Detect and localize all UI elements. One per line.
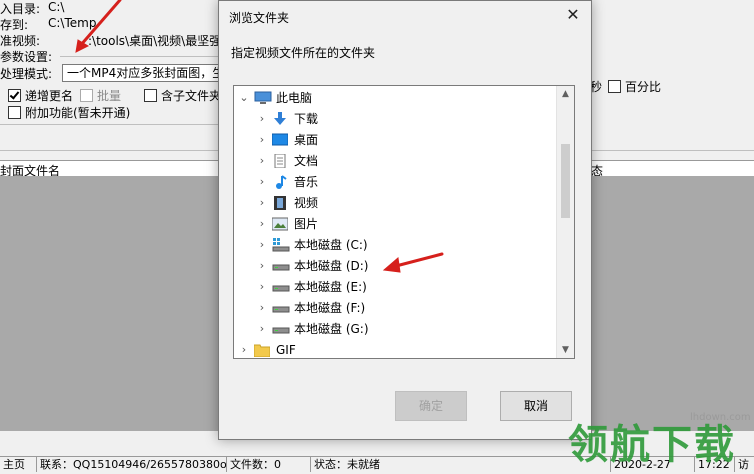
tree-item-label: 本地磁盘 (C:) <box>294 238 368 252</box>
tree-item-label: 文档 <box>294 154 319 168</box>
chevron-right-icon[interactable]: › <box>256 298 268 318</box>
batch-label: 批量 <box>97 89 122 103</box>
desktop-icon <box>271 133 289 147</box>
tree-item[interactable]: › 音乐 <box>234 172 556 192</box>
tree-item[interactable]: › 本地磁盘 (C:) <box>234 235 556 255</box>
scroll-thumb[interactable] <box>561 144 570 218</box>
tree-item-label: 本地磁盘 (G:) <box>294 322 369 336</box>
drive-icon <box>272 280 290 294</box>
batch-checkbox[interactable]: 批量 <box>80 87 121 104</box>
params-label: 参数设置: <box>0 50 53 64</box>
tree-item-label: 此电脑 <box>276 91 313 105</box>
tree-item-label: 视频 <box>294 196 319 210</box>
cancel-button[interactable]: 取消 <box>500 391 572 421</box>
chevron-right-icon[interactable]: › <box>238 340 250 358</box>
status-contact: 联系：QQ15104946/2655780380o <box>36 456 227 472</box>
chevron-right-icon[interactable]: › <box>256 214 268 234</box>
computer-icon <box>254 91 272 105</box>
input-dir-value[interactable]: C:\ <box>48 0 64 14</box>
tree-item-label: 图片 <box>294 217 319 231</box>
folder-icon <box>253 343 271 358</box>
percent-checkbox[interactable]: 百分比 <box>608 78 661 95</box>
tree-item-label: 桌面 <box>294 133 319 147</box>
drive-icon <box>272 322 290 336</box>
checkbox-icon <box>608 80 621 93</box>
std-video-label: 准视频: <box>0 34 41 48</box>
tree-item[interactable]: › 视频 <box>234 193 556 213</box>
tree-item[interactable]: › 本地磁盘 (G:) <box>234 319 556 339</box>
chevron-right-icon[interactable]: › <box>256 235 268 255</box>
chevron-right-icon[interactable]: › <box>256 193 268 213</box>
checkbox-icon <box>144 89 157 102</box>
music-icon <box>272 175 288 189</box>
status-filecount: 文件数：0 <box>226 456 281 472</box>
percent-label: 百分比 <box>625 80 662 94</box>
folder-tree[interactable]: ⌄ 此电脑 › 下载 › 桌面 › 文档 › 音乐 › 视频 › 图片 › 本地磁盘 (C:) › 本地磁盘 (D… <box>233 85 575 359</box>
tree-item[interactable]: › 本地磁盘 (E:) <box>234 277 556 297</box>
chevron-right-icon[interactable]: › <box>256 256 268 276</box>
chevron-down-icon[interactable]: ⌄ <box>238 88 250 108</box>
chevron-right-icon[interactable]: › <box>256 151 268 171</box>
video-icon <box>272 196 288 210</box>
chevron-right-icon[interactable]: › <box>256 130 268 150</box>
tree-item-label: 本地磁盘 (F:) <box>294 301 366 315</box>
tree-item-label: GIF <box>276 343 296 357</box>
params-separator <box>60 56 220 57</box>
dialog-prompt: 指定视频文件所在的文件夹 <box>231 46 376 60</box>
chevron-right-icon[interactable]: › <box>256 109 268 129</box>
mode-label: 处理模式: <box>0 67 53 81</box>
status-home[interactable]: 主页 <box>0 456 25 472</box>
tree-item[interactable]: › 图片 <box>234 214 556 234</box>
tree-item-label: 下载 <box>294 112 319 126</box>
subfolder-label: 含子文件夹 <box>161 89 222 103</box>
save-to-value[interactable]: C:\Temp <box>48 16 96 30</box>
tree-item-label: 本地磁盘 (D:) <box>294 259 369 273</box>
browse-folder-dialog: 浏览文件夹 ✕ 指定视频文件所在的文件夹 ⌄ 此电脑 › 下载 › 桌面 › 文档 › 音乐 › 视频… <box>218 0 592 440</box>
scroll-down-icon[interactable]: ▼ <box>557 342 574 358</box>
drive-icon <box>272 301 290 315</box>
scroll-up-icon[interactable]: ▲ <box>557 86 574 102</box>
tree-item-label: 本地磁盘 (E:) <box>294 280 367 294</box>
mode-select[interactable]: 一个MP4对应多张封面图，生 <box>62 64 228 82</box>
tree-vertical-scrollbar[interactable]: ▲ ▼ <box>556 86 574 358</box>
tree-item[interactable]: › GIF <box>234 340 556 358</box>
extra-feature-checkbox[interactable]: 附加功能(暂未开通) <box>8 104 130 121</box>
save-to-label: 存到: <box>0 18 29 32</box>
checkbox-icon <box>8 106 21 119</box>
status-state: 状态：未就绪 <box>310 456 380 472</box>
checkbox-icon <box>80 89 93 102</box>
chevron-right-icon[interactable]: › <box>256 172 268 192</box>
options-separator <box>0 124 220 125</box>
tree-item[interactable]: › 桌面 <box>234 130 556 150</box>
document-icon <box>272 153 288 169</box>
input-dir-label: 入目录: <box>0 2 41 16</box>
increment-rename-label: 递增更名 <box>25 89 74 103</box>
checkbox-checked-icon <box>8 89 21 102</box>
picture-icon <box>271 217 289 231</box>
std-video-value[interactable]: :\tools\桌面\视频\最坚强 <box>88 32 221 49</box>
tree-item[interactable]: › 下载 <box>234 109 556 129</box>
chevron-right-icon[interactable]: › <box>256 277 268 297</box>
drive-icon <box>272 259 290 273</box>
dialog-title: 浏览文件夹 <box>229 11 290 25</box>
watermark-brand: 领航下载 <box>568 421 736 468</box>
chevron-right-icon[interactable]: › <box>256 319 268 339</box>
tree-item-label: 音乐 <box>294 175 319 189</box>
tree-item[interactable]: › 文档 <box>234 151 556 171</box>
increment-rename-checkbox[interactable]: 递增更名 <box>8 87 73 104</box>
status-end: 访 <box>734 456 749 472</box>
close-icon[interactable]: ✕ <box>561 4 585 26</box>
download-icon <box>272 112 288 126</box>
system-drive-icon <box>272 238 290 252</box>
tree-item[interactable]: ⌄ 此电脑 <box>234 88 556 108</box>
tree-item[interactable]: › 本地磁盘 (D:) <box>234 256 556 276</box>
ok-button[interactable]: 确定 <box>395 391 467 421</box>
tree-item[interactable]: › 本地磁盘 (F:) <box>234 298 556 318</box>
subfolder-checkbox[interactable]: 含子文件夹 <box>144 87 221 104</box>
extra-feature-label: 附加功能(暂未开通) <box>25 106 131 120</box>
